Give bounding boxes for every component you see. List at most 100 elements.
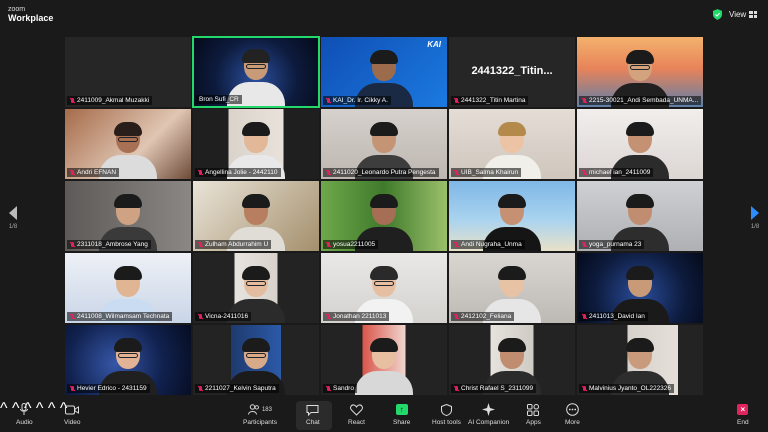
end-icon: × (737, 404, 749, 415)
participant-name-tag: yoga_purnama 23 (579, 240, 645, 249)
share-options-icon[interactable]: ^ (48, 400, 56, 417)
participant-name: 2411009_Akmal Muzakki (77, 97, 150, 104)
chat-bubble-icon (306, 403, 319, 416)
participant-name: 2411008_Wilmamsam Technata (77, 313, 170, 320)
share-button[interactable]: ↑ Share (393, 403, 410, 426)
react-label: React (348, 419, 365, 426)
participant-name-tag: 2311018_Ambrose Yang (67, 240, 151, 249)
microphone-icon (19, 403, 29, 416)
participant-name-tag: 2211027_Kelvin Saputra (195, 384, 279, 393)
app-logo: zoom Workplace (8, 6, 53, 23)
apps-label: Apps (526, 419, 541, 426)
host-tools-button[interactable]: Host tools (432, 403, 461, 426)
participant-name: 2411013_David Ian (589, 313, 645, 320)
more-label: More (565, 419, 580, 426)
mic-muted-icon (454, 241, 459, 248)
view-label: View (729, 10, 747, 19)
chevron-left-icon (9, 206, 17, 220)
participant-name: 2441322_Titin Martina (461, 97, 526, 104)
participant-tile[interactable]: 2411008_Wilmamsam Technata (64, 252, 192, 324)
participant-name-tag: yosua2211005 (323, 240, 379, 249)
participant-name-tag: 2411008_Wilmamsam Technata (67, 312, 173, 321)
participants-icon: 183 (247, 403, 272, 416)
mic-muted-icon (582, 97, 587, 104)
participants-button[interactable]: 183 Participants (243, 403, 277, 426)
more-button[interactable]: More (565, 403, 580, 426)
next-page-button[interactable]: 1/8 (748, 206, 762, 230)
participant-name: Vicna-2411016 (205, 313, 249, 320)
participant-tile[interactable]: 2215-30021_Andi Sembada_UNMA... (576, 36, 704, 108)
participant-name: KAI_Dr. Ir. Cikky A. (333, 97, 388, 104)
participant-tile[interactable]: michael ian_2411009 (576, 108, 704, 180)
participant-tile[interactable]: Hevier Edrico - 2431159 (64, 324, 192, 396)
brand-small: zoom (8, 6, 26, 13)
participant-name: Bron Sufi_CR (199, 96, 239, 103)
participant-tile[interactable]: 2311018_Ambrose Yang (64, 180, 192, 252)
participant-tile[interactable]: Bron Sufi_CR (192, 36, 320, 108)
participant-name: Angellina Jolie - 2442110 (205, 169, 278, 176)
participant-tile[interactable]: UIB_Salma Khairun (448, 108, 576, 180)
participant-name: Malvinius Jyanto_OL222326 (589, 385, 672, 392)
previous-page-button[interactable]: 1/8 (6, 206, 20, 230)
participant-name-tag: michael ian_2411009 (579, 168, 654, 177)
participant-tile[interactable]: Andri EFNAN (64, 108, 192, 180)
ai-companion-button[interactable]: AI Companion (468, 403, 509, 426)
participant-tile[interactable]: 2411009_Akmal Muzakki (64, 36, 192, 108)
ai-companion-label: AI Companion (468, 419, 510, 426)
react-button[interactable]: React (348, 403, 365, 426)
sparkle-icon (482, 403, 496, 416)
host-tools-label: Host tools (432, 419, 461, 426)
participant-name-tag: Sandro (323, 384, 357, 393)
participant-tile[interactable]: yoga_purnama 23 (576, 180, 704, 252)
page-indicator-left: 1/8 (8, 224, 18, 230)
meeting-toolbar: Audio ^ Video ^ 183 Participants ^ Chat … (0, 400, 768, 432)
participant-tile[interactable]: Christ Rafael S_2311099 (448, 324, 576, 396)
video-button[interactable]: Video (64, 403, 81, 426)
participant-tile[interactable]: yosua2211005 (320, 180, 448, 252)
participant-name-tag: 2412102_Feliana (451, 312, 515, 321)
participant-tile[interactable]: Malvinius Jyanto_OL222326 (576, 324, 704, 396)
mic-muted-icon (70, 385, 75, 392)
participant-name: UIB_Salma Khairun (461, 169, 519, 176)
view-button[interactable]: View (729, 10, 758, 19)
participant-name: 2311018_Ambrose Yang (77, 241, 148, 248)
audio-button[interactable]: Audio (16, 403, 33, 426)
participant-tile[interactable]: Andi Nugraha_Unma (448, 180, 576, 252)
participant-tile[interactable]: 2412102_Feliana (448, 252, 576, 324)
host-shield-icon (440, 403, 452, 416)
participant-tile[interactable]: Sandro (320, 324, 448, 396)
participant-name-tag: KAI_Dr. Ir. Cikky A. (323, 96, 391, 105)
top-bar: zoom Workplace View (0, 0, 768, 30)
participant-tile[interactable]: Vicna-2411016 (192, 252, 320, 324)
mic-muted-icon (198, 313, 203, 320)
mic-muted-icon (454, 313, 459, 320)
participant-tile[interactable]: KAI KAI_Dr. Ir. Cikky A. (320, 36, 448, 108)
participant-name-tag: Andri EFNAN (67, 168, 120, 177)
participant-name-tag: 2411020_Leonardo Putra Pengesta (323, 168, 439, 177)
page-indicator-right: 1/8 (750, 224, 760, 230)
more-dots-icon (566, 403, 579, 416)
participant-tile[interactable]: 2211027_Kelvin Saputra (192, 324, 320, 396)
shield-icon[interactable] (713, 9, 722, 20)
mic-muted-icon (326, 313, 331, 320)
participant-name-tag: Hevier Edrico - 2431159 (67, 384, 150, 393)
mic-muted-icon (326, 97, 331, 104)
participant-tile[interactable]: 2411013_David Ian (576, 252, 704, 324)
participant-tile[interactable]: 2441322_Titin... 2441322_Titin Martina (448, 36, 576, 108)
mic-muted-icon (198, 241, 203, 248)
participant-tile[interactable]: Zulham Abdurrahim U (192, 180, 320, 252)
share-screen-icon: ↑ (395, 404, 408, 415)
end-meeting-button[interactable]: × End (737, 403, 749, 426)
grid-view-icon (749, 11, 758, 18)
participant-tile[interactable]: Jonathan 2211013 (320, 252, 448, 324)
chat-options-icon[interactable]: ^ (36, 400, 44, 417)
apps-button[interactable]: Apps (526, 403, 541, 426)
audio-options-icon[interactable]: ^ (0, 400, 8, 417)
chat-button[interactable]: Chat (306, 403, 320, 426)
participant-tile[interactable]: 2411020_Leonardo Putra Pengesta (320, 108, 448, 180)
participant-tile[interactable]: Angellina Jolie - 2442110 (192, 108, 320, 180)
video-camera-icon (65, 403, 80, 416)
audio-label: Audio (16, 419, 33, 426)
mic-muted-icon (70, 241, 75, 248)
participant-name: Sandro (333, 385, 354, 392)
